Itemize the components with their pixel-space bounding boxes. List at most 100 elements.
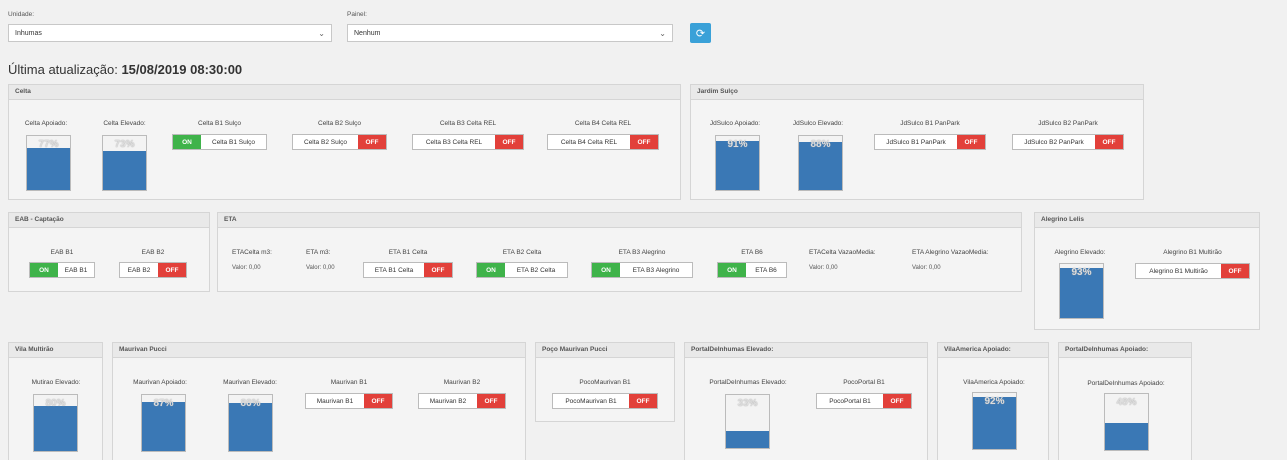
switch-label: PocoMaurivan B1: [579, 379, 631, 386]
pump-toggle[interactable]: ETA B1 Celta OFF: [363, 262, 453, 278]
panel-eab-captacao: EAB - Captação EAB B1 ON EAB B1 EAB B2 EA…: [8, 212, 210, 292]
panel-title: PortalDeInhumas Elevado:: [685, 343, 927, 358]
pump-toggle[interactable]: JdSulco B2 PanPark OFF: [1012, 134, 1124, 150]
off-indicator[interactable]: OFF: [358, 135, 386, 149]
panel-title: ETA: [218, 213, 1021, 228]
panel-title: Jardim Sulço: [691, 85, 1143, 100]
level-gauge: 73%: [102, 135, 147, 191]
panel-eta: ETA ETACelta m3: Valor: 0,00 ETA m3: Val…: [217, 212, 1022, 292]
gauge-percent: 88%: [810, 139, 831, 150]
value-reading: Valor: 0,00: [912, 265, 941, 271]
switch-name: Maurivan B2: [429, 397, 467, 405]
value-reading: Valor: 0,00: [809, 265, 838, 271]
off-indicator[interactable]: OFF: [1095, 135, 1123, 149]
off-indicator[interactable]: OFF: [629, 394, 657, 408]
pump-toggle[interactable]: ON EAB B1: [29, 262, 95, 278]
panel-title: Alegrino Lelis: [1035, 213, 1259, 228]
pump-toggle[interactable]: Celta B4 Celta REL OFF: [547, 134, 659, 150]
last-update: Última atualização: 15/08/2019 08:30:00: [8, 62, 242, 77]
pump-toggle[interactable]: ON ETA B6: [717, 262, 787, 278]
on-indicator[interactable]: ON: [592, 263, 620, 277]
pump-toggle[interactable]: ON Celta B1 Sulço: [172, 134, 267, 150]
pump-toggle[interactable]: JdSulco B1 PanPark OFF: [874, 134, 986, 150]
pump-toggle[interactable]: Maurivan B2 OFF: [418, 393, 506, 409]
switch-label: JdSulco B1 PanPark: [900, 120, 960, 127]
panel-title: Maurivan Pucci: [113, 343, 525, 358]
pump-toggle[interactable]: PocoPortal B1 OFF: [816, 393, 912, 409]
switch-label: EAB B1: [50, 249, 74, 256]
gauge-percent: 80%: [45, 398, 66, 409]
off-indicator[interactable]: OFF: [883, 394, 911, 408]
pump-toggle[interactable]: Alegrino B1 Multirão OFF: [1135, 263, 1250, 279]
pump-toggle[interactable]: ON ETA B2 Celta: [476, 262, 568, 278]
gauge-percent: 92%: [984, 396, 1005, 407]
switch-label: Maurivan B1: [330, 379, 368, 386]
value-reading: Valor: 0,00: [306, 265, 335, 271]
off-indicator[interactable]: OFF: [424, 263, 452, 277]
panel-title: VilaAmerica Apoiado:: [938, 343, 1048, 358]
gauge-label: JdSulco Elevado:: [792, 120, 844, 127]
unidade-label: Unidade:: [8, 11, 35, 18]
gauge-percent: 86%: [240, 398, 261, 409]
refresh-icon: ⟳: [695, 27, 706, 40]
switch-name: Alegrino B1 Multirão: [1149, 267, 1208, 275]
gauge-percent: 93%: [1071, 267, 1092, 278]
refresh-button[interactable]: ⟳: [690, 23, 711, 43]
value-label: ETACelta VazaoMedia:: [809, 249, 876, 256]
off-indicator[interactable]: OFF: [364, 394, 392, 408]
gauge-percent: 91%: [727, 139, 748, 150]
last-update-label: Última atualização:: [8, 62, 118, 77]
off-indicator[interactable]: OFF: [957, 135, 985, 149]
level-gauge: 48%: [1104, 393, 1149, 451]
on-indicator[interactable]: ON: [173, 135, 201, 149]
panel-celta: Celta Celta Apoiado: 77% Celta Elevado: …: [8, 84, 681, 200]
panel-vilaamerica-apoiado: VilaAmerica Apoiado: VilaAmerica Apoiado…: [937, 342, 1049, 460]
switch-label: Alegrino B1 Multirão: [1163, 249, 1222, 256]
pump-toggle[interactable]: Celta B2 Sulço OFF: [292, 134, 387, 150]
gauge-percent: 48%: [1116, 397, 1137, 408]
gauge-percent: 77%: [38, 139, 59, 150]
panel-title: PortalDeInhumas Apoiado:: [1059, 343, 1191, 358]
unidade-select[interactable]: Inhumas ⌄: [8, 24, 332, 42]
switch-label: PocoPortal B1: [843, 379, 885, 386]
gauge-fill: [1105, 423, 1148, 450]
switch-label: ETA B3 Alegrino: [618, 249, 666, 256]
pump-toggle[interactable]: ON ETA B3 Alegrino: [591, 262, 693, 278]
switch-name: ETA B1 Celta: [374, 266, 414, 274]
on-indicator[interactable]: ON: [30, 263, 58, 277]
switch-name: JdSulco B2 PanPark: [1024, 138, 1084, 146]
pump-toggle[interactable]: PocoMaurivan B1 OFF: [552, 393, 658, 409]
value-label: ETA Alegrino VazaoMedia:: [912, 249, 989, 256]
gauge-percent: 87%: [153, 398, 174, 409]
switch-label: Celta B4 Celta REL: [574, 120, 632, 127]
off-indicator[interactable]: OFF: [1221, 264, 1249, 278]
pump-toggle[interactable]: EAB B2 OFF: [119, 262, 187, 278]
gauge-label: Maurivan Apoiado:: [133, 379, 187, 386]
pump-toggle[interactable]: Celta B3 Celta REL OFF: [412, 134, 524, 150]
on-indicator[interactable]: ON: [477, 263, 505, 277]
gauge-label: Celta Elevado:: [103, 120, 146, 127]
off-indicator[interactable]: OFF: [630, 135, 658, 149]
gauge-fill: [103, 150, 146, 190]
switch-label: ETA B6: [741, 249, 763, 256]
off-indicator[interactable]: OFF: [495, 135, 523, 149]
off-indicator[interactable]: OFF: [477, 394, 505, 408]
gauge-label: JdSulco Apoiado:: [709, 120, 761, 127]
panel-title: Celta: [9, 85, 680, 100]
level-gauge: 91%: [715, 135, 760, 191]
level-gauge: 88%: [798, 135, 843, 191]
switch-label: ETA B1 Celta: [388, 249, 428, 256]
panel-poco-maurivan-pucci: Poço Maurivan Pucci PocoMaurivan B1 Poco…: [535, 342, 675, 422]
pump-toggle[interactable]: Maurivan B1 OFF: [305, 393, 393, 409]
level-gauge: 87%: [141, 394, 186, 452]
painel-select[interactable]: Nenhum ⌄: [347, 24, 673, 42]
on-indicator[interactable]: ON: [718, 263, 746, 277]
off-indicator[interactable]: OFF: [158, 263, 186, 277]
gauge-label: VilaAmerica Apoiado:: [963, 379, 1025, 386]
value-label: ETA m3:: [306, 249, 331, 256]
gauge-label: Maurivan Elevado:: [223, 379, 277, 386]
panel-title: Vila Multirão: [9, 343, 102, 358]
switch-name: EAB B1: [64, 266, 88, 274]
level-gauge: 33%: [725, 394, 770, 449]
panel-title: Poço Maurivan Pucci: [536, 343, 674, 358]
